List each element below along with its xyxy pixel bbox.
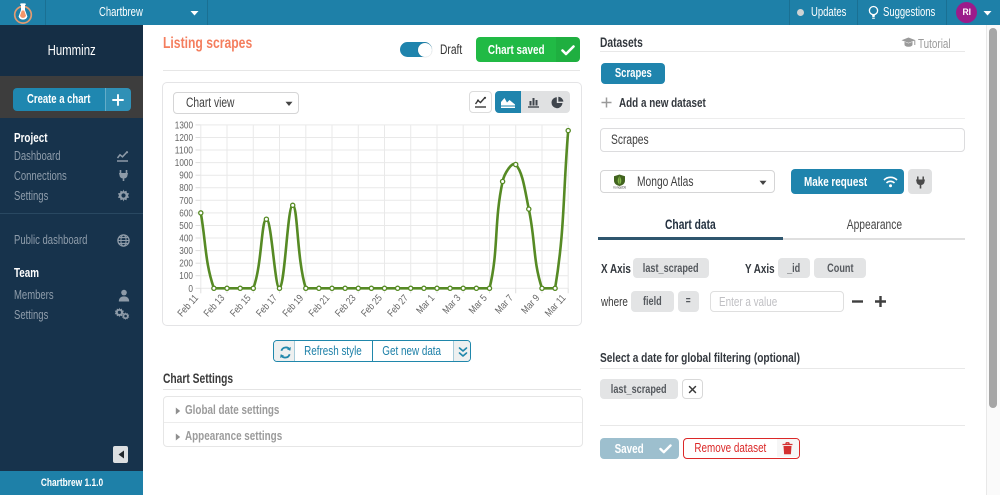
svg-text:Feb 21: Feb 21 [307,293,332,320]
svg-text:Feb 13: Feb 13 [202,293,227,320]
svg-text:Mar 3: Mar 3 [441,293,464,317]
svg-text:600: 600 [179,208,193,219]
svg-text:Mar 5: Mar 5 [467,293,490,317]
svg-text:100: 100 [179,271,193,282]
svg-text:Mar 11: Mar 11 [543,293,568,320]
svg-text:300: 300 [179,246,193,257]
svg-text:Feb 11: Feb 11 [176,293,201,320]
svg-text:Feb 25: Feb 25 [359,293,384,320]
svg-text:1000: 1000 [175,158,194,169]
svg-text:1300: 1300 [175,120,194,131]
svg-text:200: 200 [179,259,193,270]
svg-text:mongoDB: mongoDB [613,185,626,188]
svg-text:700: 700 [179,196,193,207]
svg-text:Feb 27: Feb 27 [386,293,411,320]
svg-text:1200: 1200 [175,133,194,144]
svg-text:1100: 1100 [175,146,194,157]
svg-text:500: 500 [179,221,193,232]
svg-text:Feb 17: Feb 17 [254,293,279,320]
svg-text:Mar 7: Mar 7 [493,293,516,317]
svg-text:800: 800 [179,183,193,194]
svg-text:400: 400 [179,234,193,245]
svg-text:Feb 15: Feb 15 [228,293,253,320]
svg-text:Feb 19: Feb 19 [281,293,306,320]
svg-text:900: 900 [179,171,193,182]
svg-text:Mar 1: Mar 1 [415,293,438,317]
svg-text:Mar 9: Mar 9 [520,293,543,317]
svg-text:Feb 23: Feb 23 [333,293,358,320]
